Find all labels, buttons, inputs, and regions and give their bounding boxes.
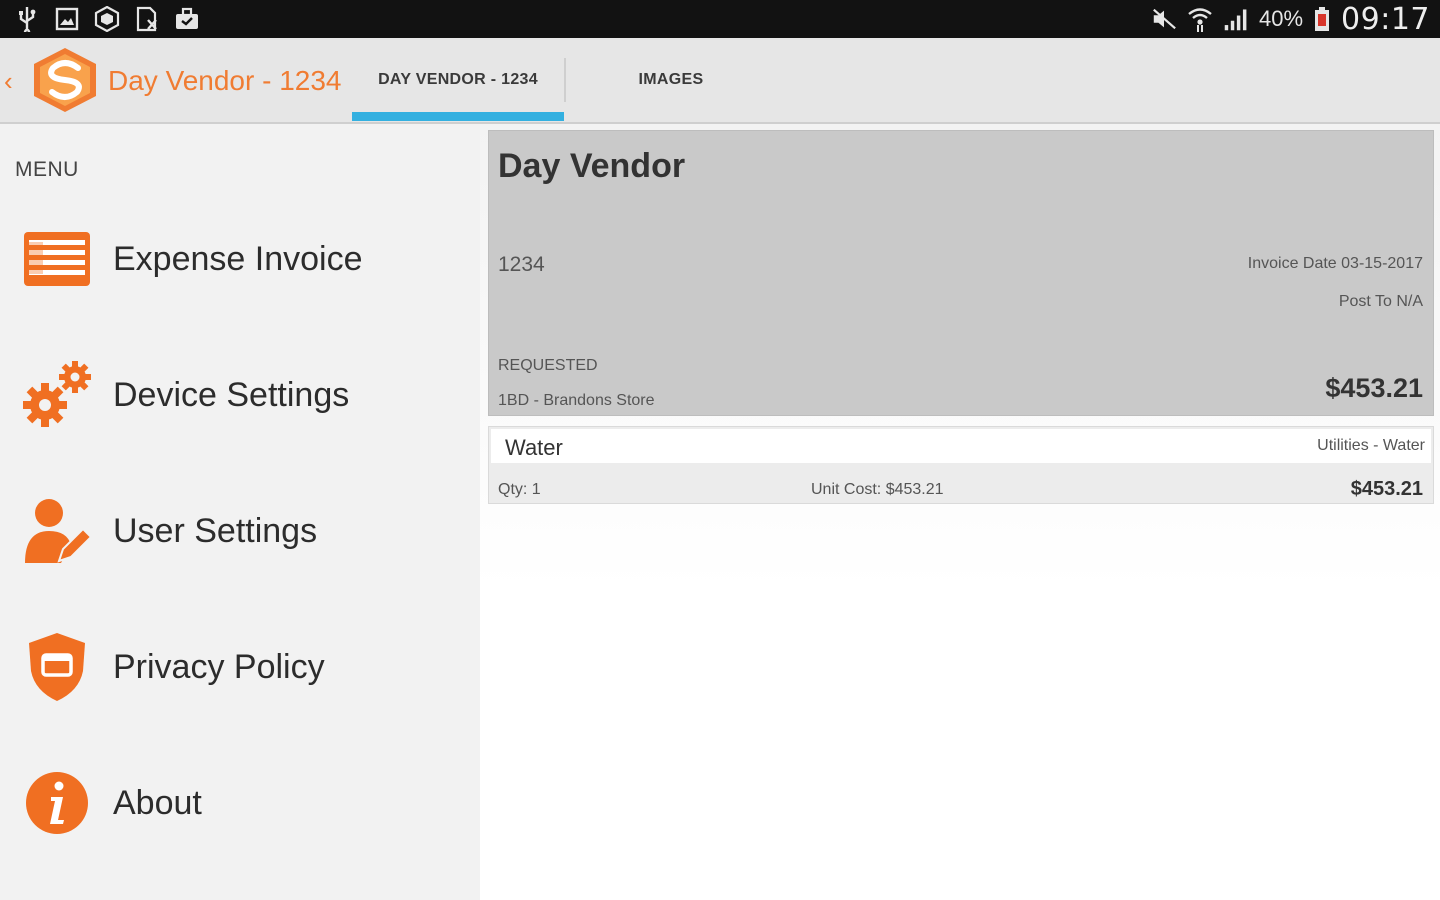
document-icon (134, 6, 160, 32)
sidebar-item-expense-invoice[interactable]: Expense Invoice (0, 204, 480, 314)
sidebar-menu: MENU Expense Invoice Device Settings Use… (0, 124, 480, 900)
sidebar-item-label: User Settings (113, 511, 318, 550)
sidebar-item-device-settings[interactable]: Device Settings (0, 340, 480, 450)
sidebar-item-about[interactable]: About (0, 748, 480, 858)
sidebar-item-privacy-policy[interactable]: Privacy Policy (0, 612, 480, 722)
usb-icon (14, 6, 40, 32)
user-edit-icon (20, 494, 94, 568)
line-item-total: $453.21 (1350, 478, 1423, 500)
sync-icon (94, 6, 120, 32)
line-item-name: Water (505, 435, 563, 460)
store-name: 1BD - Brandons Store (498, 392, 655, 409)
expense-invoice-icon (20, 222, 94, 296)
briefcase-icon (174, 6, 200, 32)
invoice-date: Invoice Date 03-15-2017 (1247, 255, 1423, 272)
tab-day-vendor[interactable]: DAY VENDOR - 1234 (352, 38, 564, 122)
app-title: Day Vendor - 1234 (108, 65, 342, 96)
vendor-name: Day Vendor (498, 147, 686, 185)
action-bar: ‹ Day Vendor - 1234 DAY VENDOR - 1234 IM… (0, 38, 1440, 124)
mute-icon (1151, 6, 1177, 32)
clock: 09:17 (1341, 1, 1430, 37)
list-item[interactable]: Water Utilities - Water Qty: 1 Unit Cost… (488, 426, 1434, 504)
gears-icon (20, 358, 94, 432)
line-item-header: Water Utilities - Water (491, 429, 1431, 463)
invoice-summary-card[interactable]: Day Vendor 1234 Invoice Date 03-15-2017 … (488, 130, 1434, 416)
wifi-icon (1187, 6, 1213, 32)
back-chevron-icon[interactable]: ‹ (4, 66, 13, 97)
line-item-unit-cost: Unit Cost: $453.21 (811, 481, 944, 498)
invoice-detail-pane: Day Vendor 1234 Invoice Date 03-15-2017 … (480, 124, 1440, 900)
sidebar-item-label: Privacy Policy (113, 647, 325, 686)
line-item-qty: Qty: 1 (498, 481, 541, 498)
status-bar-notifications (14, 5, 200, 33)
app-logo-icon[interactable] (28, 44, 102, 116)
sidebar-item-label: Expense Invoice (113, 239, 363, 278)
tab-images[interactable]: IMAGES (566, 38, 776, 122)
line-item-category: Utilities - Water (1317, 437, 1425, 454)
status-bar: 40% 09:17 (0, 0, 1440, 38)
sidebar-item-label: Device Settings (113, 375, 350, 414)
shield-icon (20, 630, 94, 704)
sidebar-item-user-settings[interactable]: User Settings (0, 476, 480, 586)
battery-icon (1313, 6, 1331, 32)
invoice-number: 1234 (498, 253, 545, 276)
post-to: Post To N/A (1338, 293, 1423, 310)
screenshot-icon (54, 6, 80, 32)
battery-percent: 40% (1258, 6, 1304, 31)
status-badge: REQUESTED (498, 357, 598, 374)
invoice-total: $453.21 (1325, 373, 1423, 403)
menu-heading: MENU (15, 158, 79, 181)
status-bar-system: 40% 09:17 (1151, 1, 1430, 37)
signal-icon (1223, 6, 1249, 32)
sidebar-item-label: About (113, 783, 202, 822)
info-icon (20, 766, 94, 840)
tab-selected-indicator (352, 112, 564, 121)
